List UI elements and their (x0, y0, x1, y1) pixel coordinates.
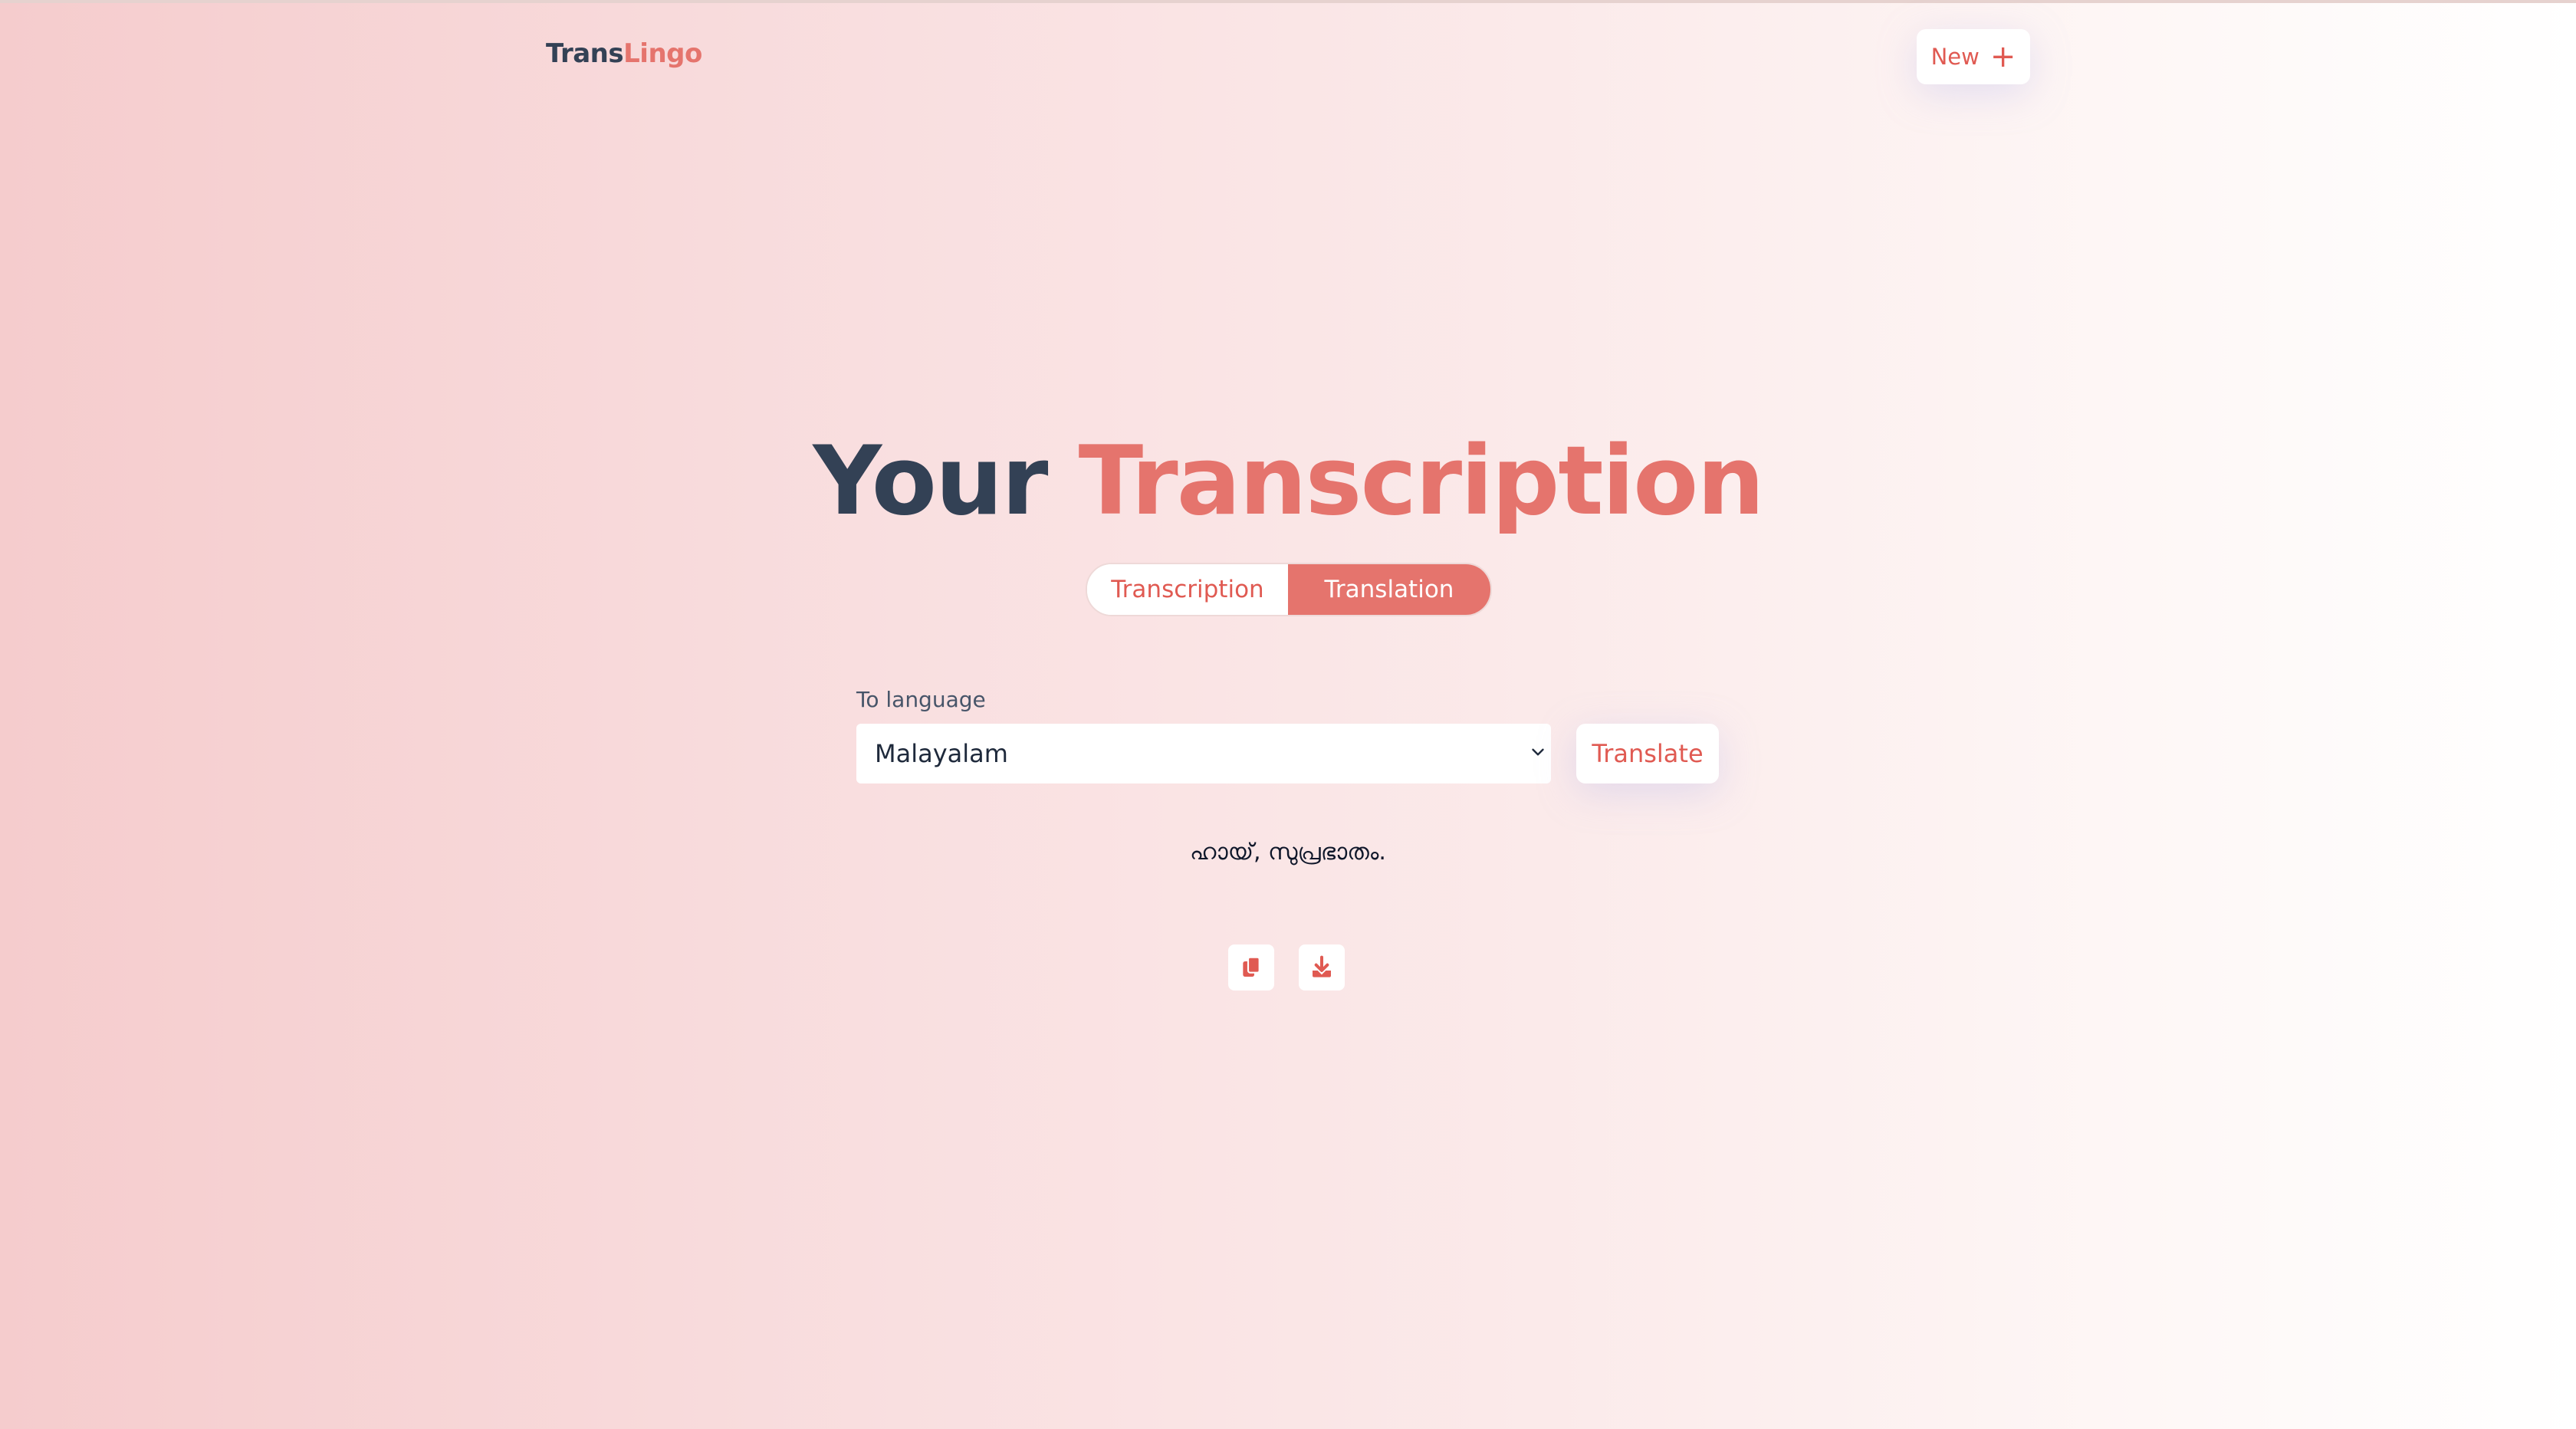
download-icon (1313, 955, 1331, 977)
view-toggle: Transcription Translation (1086, 563, 1492, 616)
copy-icon (1243, 956, 1260, 977)
download-button[interactable] (1299, 944, 1345, 990)
title-word-your: Your (813, 426, 1048, 537)
tab-transcription[interactable]: Transcription (1087, 564, 1288, 615)
tab-translation[interactable]: Translation (1288, 564, 1490, 615)
translation-output: ഹായ്, സുപ്രഭാതം. (1190, 839, 1386, 866)
to-language-label: To language (856, 687, 986, 712)
logo-part-trans: Trans (546, 38, 624, 69)
title-word-transcription: Transcription (1078, 426, 1765, 537)
new-button-label: New (1930, 44, 1980, 70)
plus-icon: + (1990, 39, 2016, 74)
top-border (0, 0, 2576, 3)
logo-part-lingo: Lingo (623, 38, 702, 69)
chevron-down-icon (1532, 748, 1544, 756)
translate-button[interactable]: Translate (1576, 724, 1719, 783)
language-select[interactable]: Malayalam (856, 724, 1551, 783)
copy-button[interactable] (1228, 944, 1274, 990)
language-select-value: Malayalam (875, 739, 1008, 768)
new-button[interactable]: New + (1917, 29, 2030, 84)
logo[interactable]: TransLingo (546, 38, 702, 69)
page-title: Your Transcription (0, 429, 2576, 534)
